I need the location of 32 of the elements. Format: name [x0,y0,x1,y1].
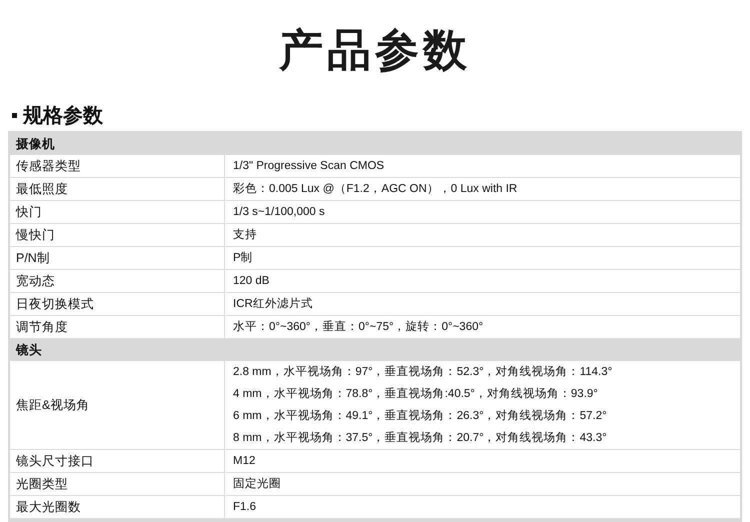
spec-value: ICR红外滤片式 [233,296,314,312]
spec-value: 1/3" Progressive Scan CMOS [233,159,386,174]
spec-label: 焦距&视场角 [16,396,90,414]
group-header: 镜头 [10,339,740,361]
spec-value: 支持 [233,228,258,243]
spec-label: 传感器类型 [16,158,81,174]
spec-label: 日夜切换模式 [16,296,94,312]
spec-value: 彩色：0.005 Lux @（F1.2，AGC ON），0 Lux with IR [233,182,518,197]
group-header: 摄像机 [10,133,740,155]
spec-value: F1.6 [233,500,258,515]
spec-value: P制 [233,250,254,266]
spec-value: 8 mm，水平视场角：37.5°，垂直视场角：20.7°，对角线视场角：43.3° [233,430,608,446]
bullet-icon [12,113,17,118]
spec-label: P/N制 [16,250,50,266]
spec-label: 镜头尺寸接口 [16,452,94,470]
spec-value: 水平：0°~360°，垂直：0°~75°，旋转：0°~360° [233,319,484,335]
spec-value: 4 mm，水平视场角：78.8°，垂直视场角:40.5°，对角线视场角：93.9° [233,386,599,402]
spec-label: 宽动态 [16,272,55,290]
spec-value: 1/3 s~1/100,000 s [233,205,326,220]
spec-label: 快门 [16,204,42,220]
spec-value: 固定光圈 [233,476,282,492]
spec-value: 120 dB [233,274,270,289]
spec-value: 6 mm，水平视场角：49.1°，垂直视场角：26.3°，对角线视场角：57.2° [233,408,608,424]
spec-value: 2.8 mm，水平视场角：97°，垂直视场角：52.3°，对角线视场角：114.3° [233,364,614,380]
spec-label: 最低照度 [16,180,68,198]
spec-value: M12 [233,454,256,469]
page-title: 产品参数 [278,24,472,76]
spec-label: 慢快门 [16,226,55,244]
spec-label: 光圈类型 [16,476,68,492]
spec-label: 最大光圈数 [16,498,81,516]
section-title: 规格参数 [23,104,103,129]
spec-label: 调节角度 [16,318,68,336]
